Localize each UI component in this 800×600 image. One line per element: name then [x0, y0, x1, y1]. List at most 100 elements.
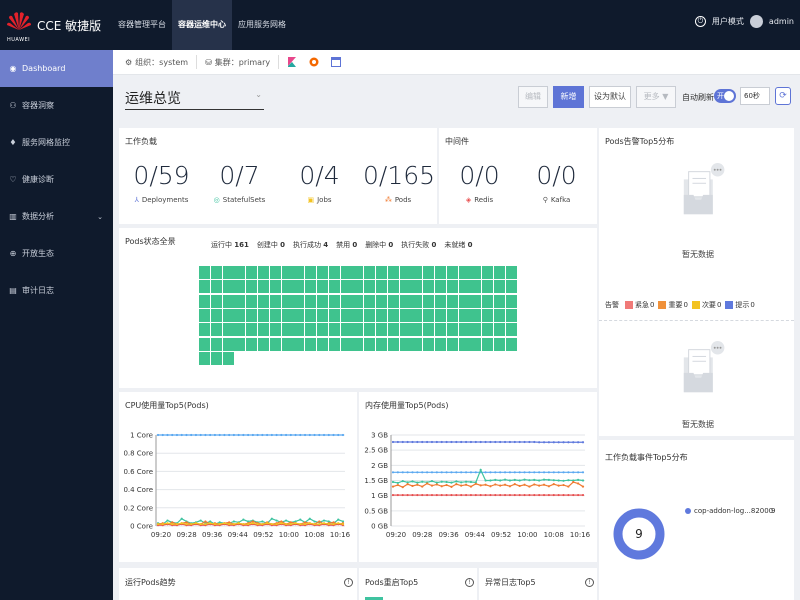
pod-cell[interactable]	[352, 294, 364, 308]
pod-cell[interactable]	[435, 337, 446, 351]
pod-cell[interactable]	[446, 294, 458, 308]
help-icon[interactable]: !	[585, 578, 594, 587]
pod-cell[interactable]	[199, 308, 210, 322]
jobs-metric[interactable]: 0/4 ▣ Jobs	[287, 162, 352, 205]
pod-cell[interactable]	[423, 337, 435, 351]
pod-cell[interactable]	[305, 323, 317, 337]
pod-cell[interactable]	[199, 294, 210, 308]
pod-cell[interactable]	[376, 308, 387, 322]
pod-cell[interactable]	[458, 323, 470, 337]
user-mode-link[interactable]: 用户模式	[712, 16, 744, 27]
pod-cell[interactable]	[399, 294, 411, 308]
pod-cell[interactable]	[505, 323, 517, 337]
pod-cell[interactable]	[328, 280, 340, 294]
add-button[interactable]: 新增	[553, 86, 584, 108]
pod-cell[interactable]	[234, 323, 246, 337]
pod-cell[interactable]	[470, 337, 482, 351]
refresh-icon[interactable]: ⟳	[775, 87, 791, 105]
pods-metric[interactable]: 0/165 ⁂ Pods	[363, 162, 435, 205]
pod-cell[interactable]	[446, 323, 458, 337]
pod-cell[interactable]	[222, 337, 234, 351]
pod-cell[interactable]	[435, 266, 446, 279]
pod-cell[interactable]	[411, 266, 423, 279]
pod-cell[interactable]	[317, 280, 328, 294]
pod-cell[interactable]	[293, 294, 305, 308]
pod-cell[interactable]	[352, 323, 364, 337]
pod-cell[interactable]	[258, 308, 269, 322]
pod-cell[interactable]	[328, 308, 340, 322]
pod-cell[interactable]	[352, 280, 364, 294]
pod-cell[interactable]	[411, 294, 423, 308]
pod-cell[interactable]	[328, 266, 340, 279]
pod-cell[interactable]	[411, 308, 423, 322]
pod-cell[interactable]	[210, 351, 222, 365]
pod-cell[interactable]	[458, 308, 470, 322]
pod-cell[interactable]	[387, 294, 399, 308]
pod-cell[interactable]	[258, 337, 269, 351]
pod-cell[interactable]	[281, 294, 293, 308]
pod-cell[interactable]	[234, 280, 246, 294]
pod-cell[interactable]	[364, 294, 376, 308]
pod-cell[interactable]	[446, 266, 458, 279]
set-default-button[interactable]: 设为默认	[589, 86, 631, 108]
pod-cell[interactable]	[293, 337, 305, 351]
pod-cell[interactable]	[470, 308, 482, 322]
pod-cell[interactable]	[494, 294, 505, 308]
pod-cell[interactable]	[234, 337, 246, 351]
pod-cell[interactable]	[423, 308, 435, 322]
pod-cell[interactable]	[376, 280, 387, 294]
sidebar-item[interactable]: ♡ 健康诊断	[0, 161, 113, 198]
top-nav-item[interactable]: 应用服务网格	[232, 0, 292, 50]
pod-cell[interactable]	[199, 351, 210, 365]
pod-cell[interactable]	[199, 337, 210, 351]
pod-cell[interactable]	[222, 323, 234, 337]
redis-metric[interactable]: 0/0 ◈ Redis	[447, 162, 512, 205]
pod-cell[interactable]	[222, 266, 234, 279]
pod-cell[interactable]	[340, 323, 352, 337]
pod-cell[interactable]	[423, 294, 435, 308]
pod-cell[interactable]	[293, 280, 305, 294]
pod-cell[interactable]	[387, 323, 399, 337]
pod-cell[interactable]	[423, 280, 435, 294]
alarm-legend-item[interactable]: 提示 0	[725, 300, 755, 310]
pod-cell[interactable]	[281, 308, 293, 322]
pod-cell[interactable]	[281, 280, 293, 294]
pod-cell[interactable]	[505, 280, 517, 294]
pod-cell[interactable]	[352, 308, 364, 322]
pod-cell[interactable]	[210, 308, 222, 322]
pod-cell[interactable]	[470, 294, 482, 308]
pod-cell[interactable]	[482, 294, 494, 308]
pod-cell[interactable]	[387, 266, 399, 279]
pod-cell[interactable]	[269, 308, 281, 322]
pod-cell[interactable]	[505, 294, 517, 308]
pod-cell[interactable]	[269, 323, 281, 337]
pod-cell[interactable]	[222, 294, 234, 308]
pod-cell[interactable]	[411, 337, 423, 351]
org-selector[interactable]: 组织：system	[135, 57, 188, 68]
pod-cell[interactable]	[376, 294, 387, 308]
pod-cell[interactable]	[281, 337, 293, 351]
pod-cell[interactable]	[446, 308, 458, 322]
pod-cell[interactable]	[210, 337, 222, 351]
pod-cell[interactable]	[482, 337, 494, 351]
pod-cell[interactable]	[305, 308, 317, 322]
deployments-metric[interactable]: 0/59 ⅄ Deployments	[129, 162, 194, 205]
pod-cell[interactable]	[210, 294, 222, 308]
pod-cell[interactable]	[293, 308, 305, 322]
pod-cell[interactable]	[305, 266, 317, 279]
pod-cell[interactable]	[399, 323, 411, 337]
event-legend-item[interactable]: cop-addon-log...82000	[685, 507, 773, 515]
pod-cell[interactable]	[364, 280, 376, 294]
cluster-selector[interactable]: 集群：primary	[215, 57, 270, 68]
pod-cell[interactable]	[376, 337, 387, 351]
pod-cell[interactable]	[364, 266, 376, 279]
sidebar-item[interactable]: ⊕ 开放生态	[0, 235, 113, 272]
pod-cell[interactable]	[376, 323, 387, 337]
pod-cell[interactable]	[269, 294, 281, 308]
pod-cell[interactable]	[352, 337, 364, 351]
help-icon[interactable]: !	[344, 578, 353, 587]
pod-cell[interactable]	[494, 308, 505, 322]
pod-cell[interactable]	[340, 294, 352, 308]
pod-cell[interactable]	[222, 280, 234, 294]
pod-cell[interactable]	[435, 280, 446, 294]
